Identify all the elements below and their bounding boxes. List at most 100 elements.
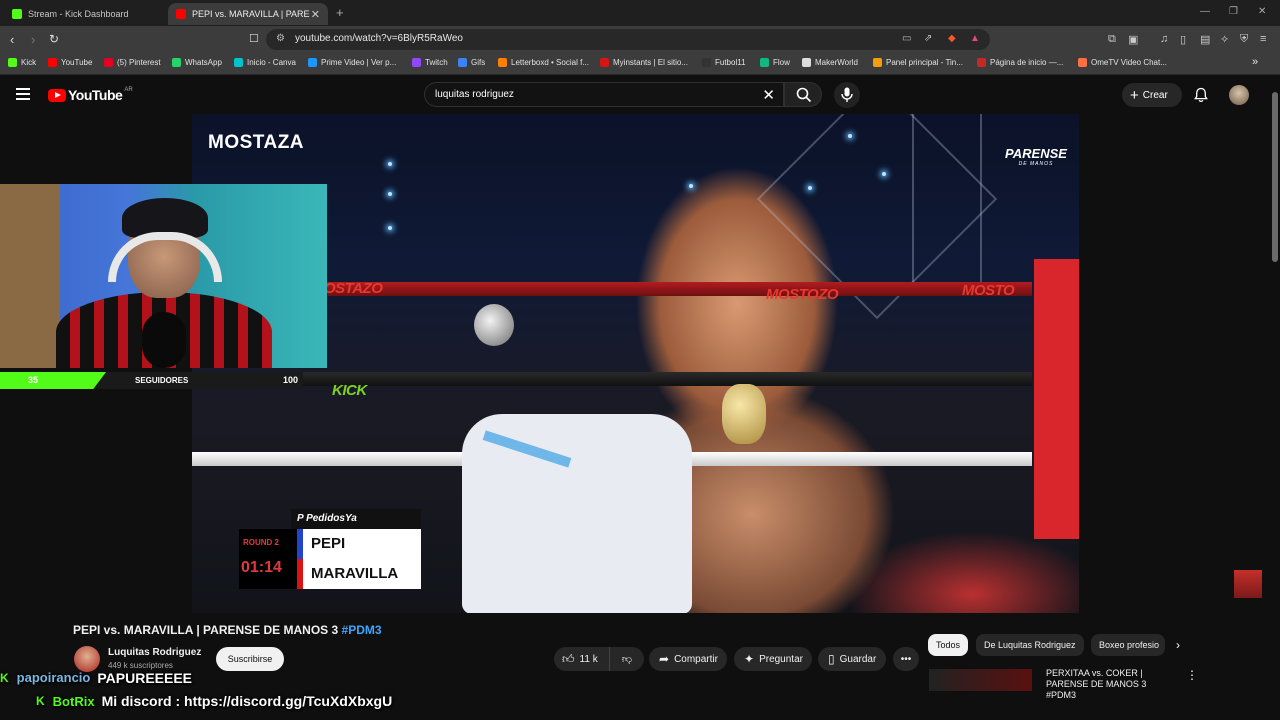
forward-icon[interactable]: ›: [31, 32, 35, 47]
bookmark-favicon-icon: [802, 58, 811, 67]
back-icon[interactable]: ‹: [10, 32, 14, 47]
chip-boxeo[interactable]: Boxeo profesio: [1091, 634, 1165, 656]
wallet-icon[interactable]: ▤: [1200, 33, 1210, 46]
extensions-icon[interactable]: ⧉: [1108, 33, 1116, 46]
bookmark-item[interactable]: Flow: [760, 58, 790, 67]
plus-icon: +: [1130, 86, 1139, 104]
bookmark-item[interactable]: Página de inicio —...: [977, 58, 1063, 67]
close-window-icon[interactable]: ✕: [1258, 6, 1266, 17]
bookmark-item[interactable]: Futbol11: [702, 58, 746, 67]
share-button[interactable]: ➦ Compartir: [649, 647, 727, 671]
browser-tab-kick[interactable]: Stream - Kick Dashboard: [4, 3, 164, 25]
video-title: PEPI vs. MARAVILLA | PARENSE DE MANOS 3 …: [73, 623, 382, 637]
bookmark-item[interactable]: Twitch: [412, 58, 448, 67]
extension-box-icon[interactable]: ▣: [1128, 33, 1138, 46]
youtube-logo[interactable]: YouTube AR: [48, 87, 133, 103]
hamburger-menu-icon[interactable]: [16, 88, 30, 100]
bookmark-item[interactable]: Myinstants | El sitio...: [600, 58, 688, 67]
ask-button[interactable]: ✦ Preguntar: [734, 647, 812, 671]
chat-username: papoirancio: [16, 670, 91, 685]
bookmark-item[interactable]: WhatsApp: [172, 58, 222, 67]
like-button[interactable]: 👍︎ 11 k: [554, 647, 610, 671]
boxer-glove: [474, 304, 514, 346]
ring-sponsor-text: MOSTOZO: [766, 286, 839, 303]
channel-name[interactable]: Luquitas Rodriguez: [108, 647, 201, 658]
tab-title: Stream - Kick Dashboard: [28, 9, 129, 19]
search-button[interactable]: [784, 82, 822, 107]
youtube-play-icon: [48, 88, 66, 102]
boxer-glove-gold: [722, 384, 766, 444]
bookmark-item[interactable]: (5) Pinterest: [104, 58, 161, 67]
fighter2-name: MARAVILLA: [311, 565, 399, 582]
more-bookmarks-button[interactable]: »: [1252, 56, 1258, 68]
scorebug-sponsor: P PedidosYa: [291, 509, 421, 529]
site-info-icon[interactable]: ⚙: [276, 33, 285, 44]
media-icon[interactable]: ♫: [1160, 33, 1168, 45]
kick-favicon-icon: [12, 9, 22, 19]
address-bar[interactable]: ⚙ youtube.com/watch?v=6BlyR5RaWeo ▭ ⇗ ◆ …: [266, 29, 990, 50]
bookmark-label: Myinstants | El sitio...: [613, 58, 688, 67]
maximize-icon[interactable]: ❐: [1229, 6, 1238, 17]
headphones-icon: [108, 232, 222, 282]
recommended-title[interactable]: PERXITAA vs. COKER | PARENSE DE MANOS 3 …: [1046, 668, 1176, 701]
bookmark-label: Página de inicio —...: [990, 58, 1064, 67]
webcam-wall: [0, 184, 60, 368]
subscribe-button[interactable]: Suscribirse: [216, 647, 284, 671]
bookmark-label: OmeTV Video Chat...: [1091, 58, 1167, 67]
sparkle-icon: ✦: [744, 652, 755, 666]
brave-rewards-icon[interactable]: ▲: [970, 33, 980, 44]
bookmark-item[interactable]: Kick: [8, 58, 36, 67]
dislike-button[interactable]: 👎︎: [610, 653, 644, 665]
bookmark-item[interactable]: Letterboxd • Social f...: [498, 58, 589, 67]
clear-search-icon[interactable]: ✕: [762, 86, 775, 104]
round-label: ROUND 2: [243, 538, 280, 547]
bookmark-item[interactable]: Panel principal - Tin...: [873, 58, 963, 67]
chevron-right-icon[interactable]: ›: [1176, 638, 1180, 652]
recommended-menu-icon[interactable]: ⋮: [1186, 668, 1198, 682]
bookmark-item[interactable]: Gifs: [458, 58, 485, 67]
scorebug-clock: ROUND 2 01:14: [239, 529, 297, 589]
browser-tab-youtube[interactable]: PEPI vs. MARAVILLA | PARENSE ✕: [168, 3, 328, 25]
recommended-thumbnail[interactable]: [929, 669, 1032, 691]
screenshot-icon[interactable]: ▭: [902, 33, 911, 44]
bookmark-item[interactable]: MakerWorld: [802, 58, 858, 67]
chat-text: PAPUREEEEE: [97, 669, 193, 686]
bookmark-favicon-icon: [498, 58, 507, 67]
notifications-bell-icon[interactable]: [1193, 87, 1209, 103]
minimize-icon[interactable]: —: [1200, 6, 1210, 17]
scrollbar-thumb[interactable]: [1272, 92, 1278, 262]
leo-ai-icon[interactable]: ✧: [1220, 33, 1229, 46]
bookmark-label: Prime Video | Ver p...: [321, 58, 397, 67]
chip-channel[interactable]: De Luquitas Rodriguez: [976, 634, 1084, 656]
country-code: AR: [124, 87, 133, 93]
browser-menu-icon[interactable]: ≡: [1260, 33, 1266, 45]
search-input[interactable]: luquitas rodriguez ✕: [424, 82, 784, 107]
create-button[interactable]: + Crear: [1122, 83, 1182, 107]
microphone-icon: [142, 312, 186, 368]
bookmark-item[interactable]: OmeTV Video Chat...: [1078, 58, 1167, 67]
vpn-icon[interactable]: ⛨: [1240, 33, 1248, 46]
bookmark-favicon-icon: [458, 58, 467, 67]
reload-icon[interactable]: ↻: [49, 32, 59, 46]
video-hashtag[interactable]: #PDM3: [342, 623, 382, 637]
share-icon[interactable]: ⇗: [924, 33, 932, 44]
bookmark-favicon-icon: [48, 58, 57, 67]
bookmark-label: Twitch: [425, 58, 448, 67]
tab-close-icon[interactable]: ✕: [311, 8, 320, 21]
brave-shield-icon[interactable]: ◆: [948, 33, 956, 44]
bookmark-item[interactable]: YouTube: [48, 58, 92, 67]
sidebar-icon[interactable]: ▯: [1180, 33, 1186, 46]
bookmark-label: Futbol11: [715, 58, 746, 67]
new-tab-button[interactable]: +: [336, 5, 344, 20]
chip-todos[interactable]: Todos: [928, 634, 969, 656]
bookmark-item[interactable]: Prime Video | Ver p...: [308, 58, 396, 67]
save-button[interactable]: ▯ Guardar: [818, 647, 886, 671]
scorebug-names: PEPI MARAVILLA: [297, 529, 421, 589]
microphone-icon: [841, 87, 853, 102]
bookmark-page-icon[interactable]: ☐: [249, 32, 259, 45]
more-actions-button[interactable]: •••: [893, 647, 919, 671]
voice-search-button[interactable]: [834, 82, 860, 108]
account-avatar[interactable]: [1229, 85, 1249, 105]
bookmark-item[interactable]: Inicio - Canva: [234, 58, 296, 67]
bookmark-favicon-icon: [600, 58, 609, 67]
